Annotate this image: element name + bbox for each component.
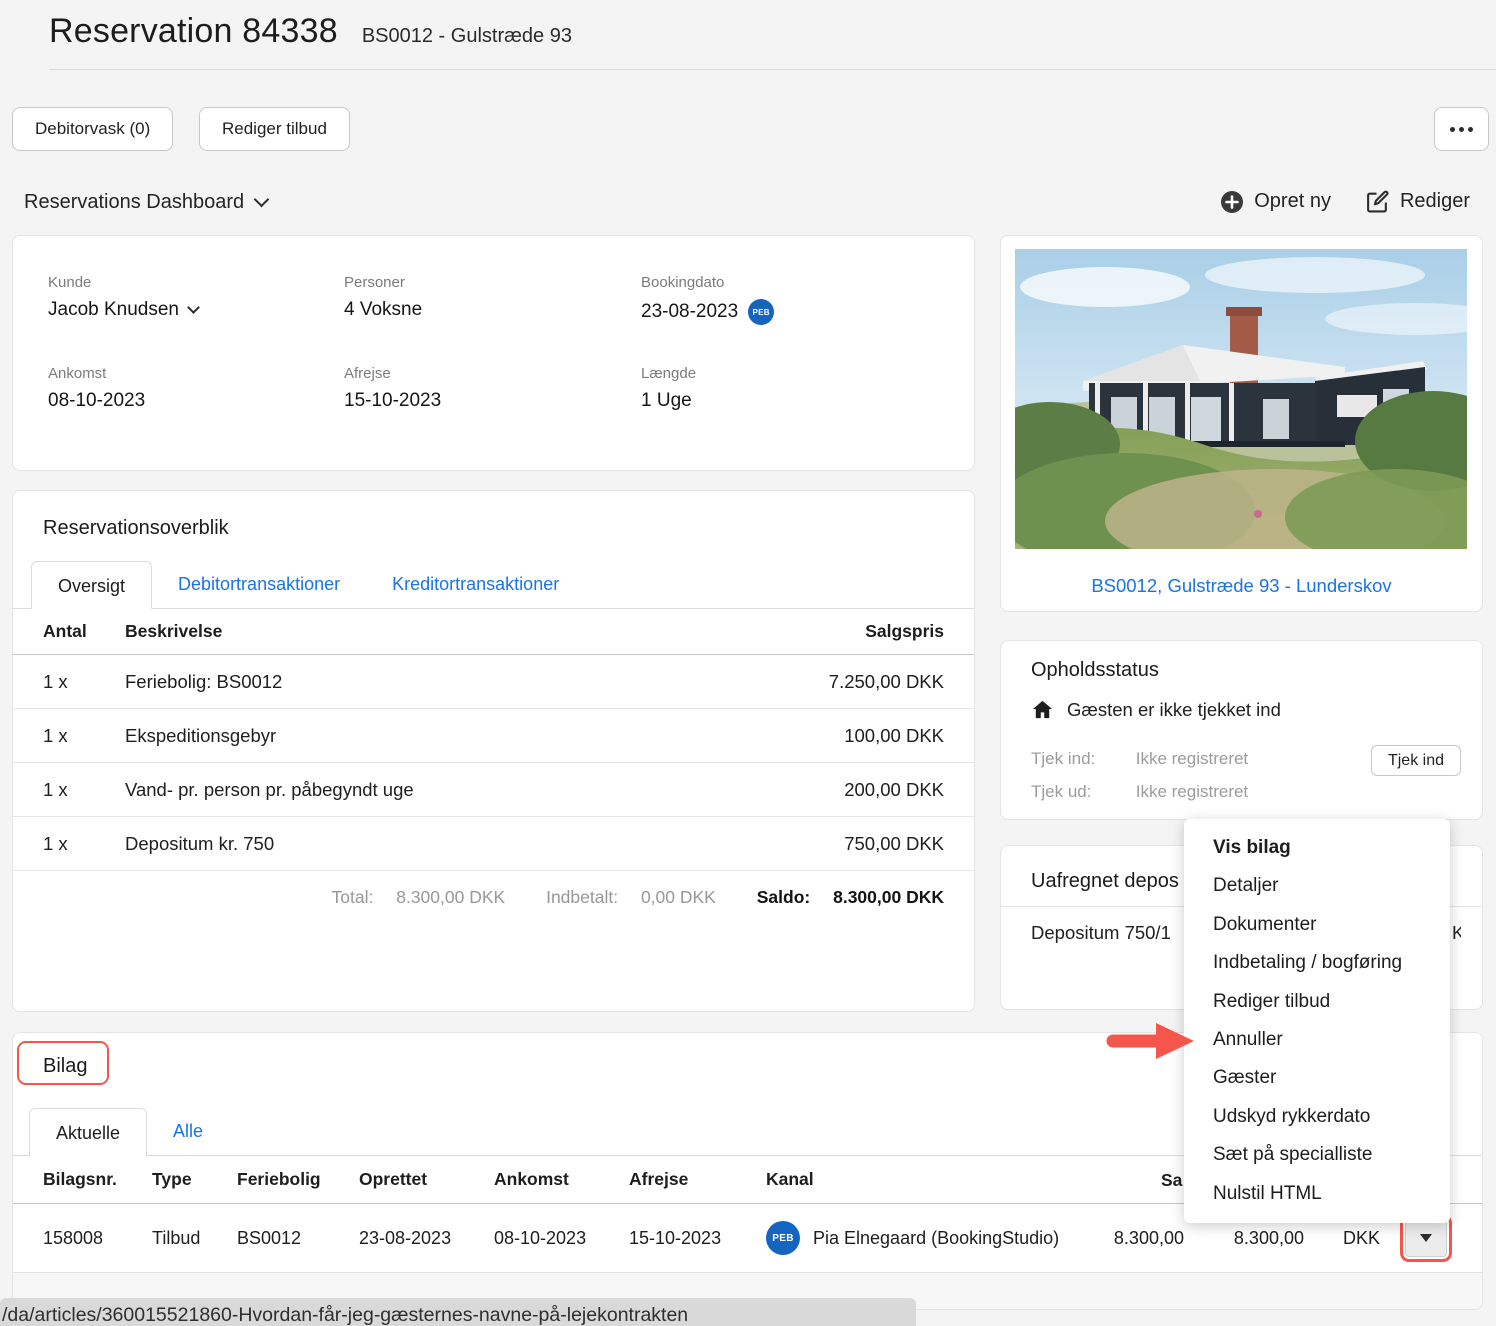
table-row: 1 x Depositum kr. 750 750,00 DKK bbox=[13, 817, 974, 871]
more-actions-button[interactable] bbox=[1434, 107, 1489, 151]
opret-ny-button[interactable]: Opret ny bbox=[1220, 190, 1331, 214]
chevron-down-icon bbox=[253, 191, 270, 208]
plus-circle-icon bbox=[1221, 190, 1244, 213]
tab-alle[interactable]: Alle bbox=[147, 1107, 229, 1155]
edit-pencil-icon bbox=[1367, 190, 1389, 213]
menu-item-indbetaling-bogfoering[interactable]: Indbetaling / bogføring bbox=[1184, 944, 1450, 982]
page-subtitle: BS0012 - Gulstræde 93 bbox=[361, 25, 572, 47]
header-divider bbox=[49, 69, 1496, 70]
reservation-overview-card: Reservationsoverblik Oversigt Debitortra… bbox=[12, 490, 975, 1012]
home-icon bbox=[1032, 700, 1053, 719]
menu-item-detaljer[interactable]: Detaljer bbox=[1184, 867, 1450, 905]
property-link[interactable]: BS0012, Gulstræde 93 - Lunderskov bbox=[1001, 575, 1482, 597]
field-bookingdato: Bookingdato 23-08-2023 PEB bbox=[641, 274, 974, 325]
saldo-value: 8.300,00 bbox=[1233, 1227, 1304, 1248]
menu-item-annuller[interactable]: Annuller bbox=[1184, 1021, 1450, 1059]
property-card: BS0012, Gulstræde 93 - Lunderskov bbox=[1000, 235, 1483, 612]
menu-item-rediger-tilbud[interactable]: Rediger tilbud bbox=[1184, 983, 1450, 1021]
property-photo bbox=[1015, 249, 1467, 549]
tjek-ind-row: Tjek ind: Ikke registreret bbox=[1031, 749, 1249, 768]
deposit-row-fragment: K bbox=[1452, 922, 1461, 943]
tjek-ud-row: Tjek ud: Ikke registreret bbox=[1031, 782, 1249, 801]
stay-status-row: Gæsten er ikke tjekket ind bbox=[1031, 698, 1482, 721]
red-arrow-annotation bbox=[1106, 1023, 1194, 1059]
kanal-name: Pia Elnegaard (BookingStudio) bbox=[813, 1227, 1060, 1248]
field-kunde: Kunde Jacob Knudsen bbox=[48, 274, 344, 325]
tab-kreditortransaktioner[interactable]: Kreditortransaktioner bbox=[366, 560, 585, 608]
kunde-selector[interactable]: Jacob Knudsen bbox=[48, 299, 344, 321]
dashboard-selector-label: Reservations Dashboard bbox=[24, 191, 245, 213]
currency-value: DKK bbox=[1342, 1227, 1380, 1248]
stay-status-title: Opholdsstatus bbox=[1031, 659, 1159, 681]
menu-item-udskyd-rykkerdato[interactable]: Udskyd rykkerdato bbox=[1184, 1098, 1450, 1136]
tab-aktuelle[interactable]: Aktuelle bbox=[29, 1108, 148, 1156]
booking-info-card: Kunde Jacob Knudsen Personer 4 Voksne Bo… bbox=[12, 235, 975, 471]
salgspris-value: 8.300,00 bbox=[1113, 1227, 1184, 1248]
tab-oversigt[interactable]: Oversigt bbox=[31, 561, 153, 609]
page-header: Reservation 84338 BS0012 - Gulstræde 93 bbox=[49, 12, 572, 51]
ellipsis-icon bbox=[1450, 126, 1473, 132]
menu-item-nulstil-html[interactable]: Nulstil HTML bbox=[1184, 1175, 1450, 1213]
overview-table-header: Antal Beskrivelse Salgspris bbox=[13, 609, 974, 655]
rediger-button[interactable]: Rediger bbox=[1365, 189, 1470, 214]
overview-title: Reservationsoverblik bbox=[43, 517, 229, 539]
rediger-tilbud-button[interactable]: Rediger tilbud bbox=[199, 107, 350, 151]
tjek-ind-button[interactable]: Tjek ind bbox=[1370, 745, 1461, 776]
menu-item-vis-bilag[interactable]: Vis bilag bbox=[1184, 829, 1450, 867]
table-row: 1 x Ekspeditionsgebyr 100,00 DKK bbox=[13, 709, 974, 763]
field-laengde: Længde 1 Uge bbox=[641, 365, 697, 411]
field-afrejse: Afrejse 15-10-2023 bbox=[344, 365, 442, 411]
menu-item-saet-paa-specialliste[interactable]: Sæt på specialliste bbox=[1184, 1136, 1450, 1174]
field-ankomst: Ankomst 08-10-2023 bbox=[48, 365, 146, 411]
dashboard-selector[interactable]: Reservations Dashboard bbox=[24, 191, 270, 214]
table-row: 1 x Vand- pr. person pr. påbegyndt uge 2… bbox=[13, 763, 974, 817]
peb-badge: PEB bbox=[748, 299, 775, 325]
tab-debitortransaktioner[interactable]: Debitortransaktioner bbox=[152, 560, 366, 608]
peb-badge: PEB bbox=[766, 1221, 800, 1255]
saldo-value: 8.300,00 DKK bbox=[833, 887, 944, 907]
table-row: 1 x Feriebolig: BS0012 7.250,00 DKK bbox=[13, 655, 974, 709]
menu-item-gaester[interactable]: Gæster bbox=[1184, 1059, 1450, 1097]
stay-status-card: Opholdsstatus Gæsten er ikke tjekket ind… bbox=[1000, 640, 1483, 820]
row-actions-menu: Vis bilag Detaljer Dokumenter Indbetalin… bbox=[1184, 819, 1450, 1223]
chevron-down-icon bbox=[187, 300, 200, 314]
menu-item-dokumenter[interactable]: Dokumenter bbox=[1184, 906, 1450, 944]
totals-line: Total: 8.300,00 DKK Indbetalt: 0,00 DKK … bbox=[331, 887, 944, 907]
dashboard-actions: Opret ny Rediger bbox=[1220, 189, 1470, 214]
page-title: Reservation 84338 bbox=[49, 12, 338, 50]
link-preview-tooltip: /da/articles/360015521860-Hvordan-får-je… bbox=[0, 1298, 916, 1326]
field-personer: Personer 4 Voksne bbox=[344, 274, 423, 320]
overview-tabs: Oversigt Debitortransaktioner Kreditortr… bbox=[13, 560, 974, 609]
deposit-row: Depositum 750/1 bbox=[1031, 922, 1171, 943]
bilag-title: Bilag bbox=[43, 1055, 88, 1077]
debitorvask-button[interactable]: Debitorvask (0) bbox=[12, 107, 174, 151]
saldo-label: Saldo: bbox=[756, 887, 811, 907]
